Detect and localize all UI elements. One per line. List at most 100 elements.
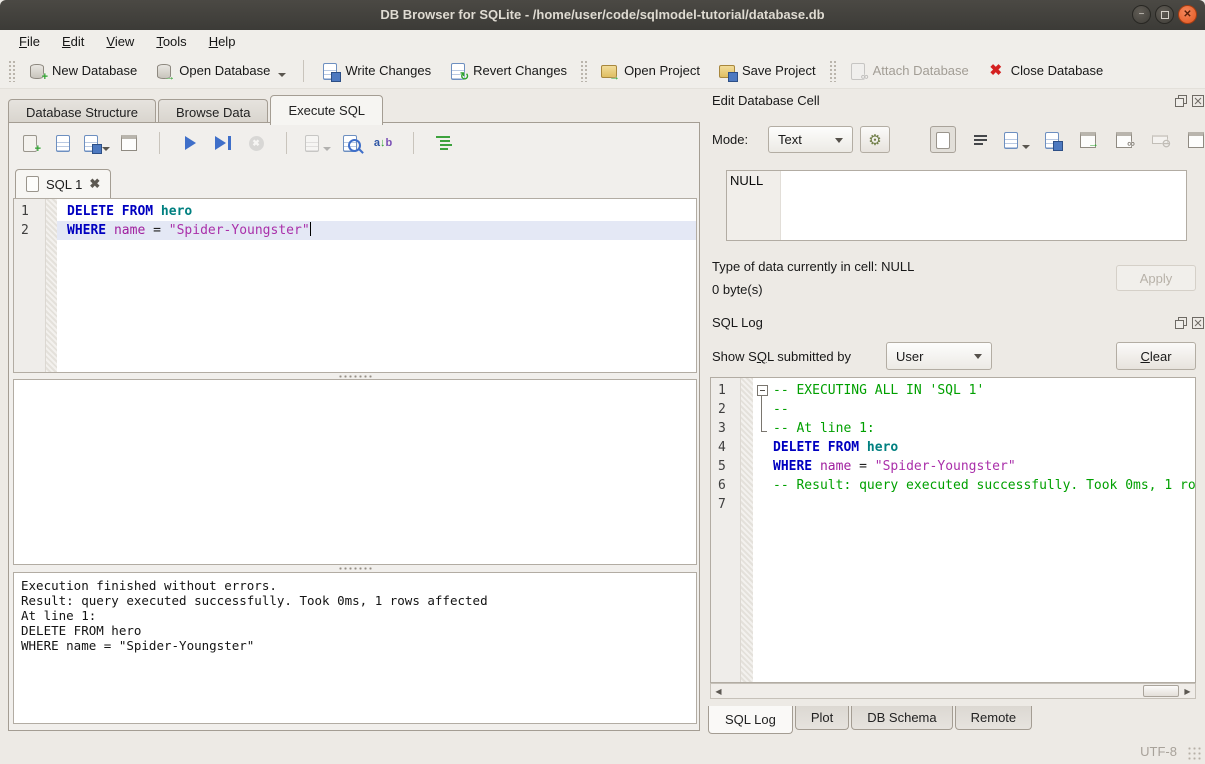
sql-editor-tab-bar: SQL 1 ✖: [13, 169, 697, 199]
close-button-icon[interactable]: ✕: [1178, 5, 1197, 24]
find-icon[interactable]: [339, 132, 361, 154]
set-null-icon[interactable]: ⊖: [1148, 127, 1172, 152]
log-line: -- EXECUTING ALL IN 'SQL 1': [753, 381, 1195, 400]
print-cell-icon[interactable]: [1184, 127, 1205, 152]
print-icon[interactable]: [118, 132, 140, 154]
log-line: WHERE name = "Spider-Youngster": [753, 457, 1195, 476]
apply-button[interactable]: Apply: [1116, 265, 1196, 291]
title-bar: DB Browser for SQLite - /home/user/code/…: [0, 0, 1205, 31]
save-project-button[interactable]: Save Project: [709, 58, 825, 84]
apply-mode-button[interactable]: ⚙: [860, 126, 890, 153]
toolbar-separator: [303, 60, 304, 82]
new-sql-tab-icon[interactable]: +: [19, 132, 41, 154]
toolbar-drag-handle[interactable]: [8, 60, 15, 82]
toolbar-drag-handle[interactable]: [580, 60, 587, 82]
database-open-icon: →: [155, 62, 173, 80]
splitter-handle[interactable]: [13, 565, 697, 571]
open-file-icon[interactable]: [1004, 127, 1028, 152]
open-database-button[interactable]: → Open Database: [146, 58, 295, 84]
close-panel-icon[interactable]: [1191, 94, 1204, 107]
float-panel-icon[interactable]: [1174, 316, 1187, 329]
chevron-down-icon: [974, 354, 982, 359]
float-panel-icon[interactable]: [1174, 94, 1187, 107]
maximize-button-icon[interactable]: [1155, 5, 1174, 24]
editor-code-area[interactable]: DELETE FROM hero WHERE name = "Spider-Yo…: [57, 199, 696, 372]
close-tab-icon[interactable]: ✖: [89, 176, 100, 192]
filter-label: Show SQL submitted by: [712, 349, 851, 364]
menu-file[interactable]: File: [10, 32, 49, 51]
word-wrap-icon[interactable]: [968, 127, 992, 152]
log-code-area[interactable]: -- EXECUTING ALL IN 'SQL 1' -- -- At lin…: [753, 378, 1195, 682]
execution-output[interactable]: Execution finished without errors.Result…: [13, 572, 697, 724]
write-changes-button[interactable]: Write Changes: [312, 58, 440, 84]
save-file-icon[interactable]: [1040, 127, 1064, 152]
menu-edit[interactable]: Edit: [53, 32, 93, 51]
scroll-right-icon[interactable]: ▶: [1180, 684, 1195, 698]
tab-execute-sql[interactable]: Execute SQL: [270, 95, 383, 125]
tab-remote[interactable]: Remote: [955, 706, 1033, 730]
menu-help[interactable]: Help: [200, 32, 245, 51]
open-database-dropdown-icon[interactable]: [278, 73, 286, 77]
text-mode-icon[interactable]: [930, 126, 956, 153]
revert-changes-button[interactable]: ↻ Revert Changes: [440, 58, 576, 84]
fold-toggle-icon[interactable]: [757, 385, 768, 396]
tab-plot[interactable]: Plot: [795, 706, 849, 730]
submitted-by-select[interactable]: User: [886, 342, 992, 370]
window-title: DB Browser for SQLite - /home/user/code/…: [0, 0, 1205, 30]
scrollbar-track[interactable]: [726, 684, 1180, 698]
sql-log-title: SQL Log: [712, 315, 763, 330]
log-line-numbers: 1234567: [711, 378, 741, 682]
close-panel-icon[interactable]: [1191, 316, 1204, 329]
sql-log-view[interactable]: 1234567 -- EXECUTING ALL IN 'SQL 1' -- -…: [710, 377, 1196, 683]
tab-sql-log[interactable]: SQL Log: [708, 706, 793, 734]
open-project-icon: →: [600, 62, 618, 80]
tab-db-schema[interactable]: DB Schema: [851, 706, 952, 730]
toolbar-drag-handle[interactable]: [829, 60, 836, 82]
attach-database-button[interactable]: ∞ Attach Database: [840, 58, 978, 84]
format-sql-icon[interactable]: [433, 132, 455, 154]
execute-all-icon[interactable]: [179, 132, 201, 154]
menu-view[interactable]: View: [97, 32, 143, 51]
log-horizontal-scrollbar[interactable]: ◀ ▶: [710, 683, 1196, 699]
mode-select[interactable]: Text: [768, 126, 853, 153]
log-line: -- At line 1:: [753, 419, 1195, 438]
write-changes-icon: [321, 62, 339, 80]
menu-bar: File Edit View Tools Help: [0, 30, 1205, 53]
link-cell-icon[interactable]: ∞: [1112, 127, 1136, 152]
database-new-icon: +: [28, 62, 46, 80]
dock-tab-bar: SQL Log Plot DB Schema Remote: [708, 706, 1034, 734]
log-line: [753, 495, 1195, 514]
scrollbar-thumb[interactable]: [1143, 685, 1179, 697]
log-line: -- Result: query executed successfully. …: [753, 476, 1195, 495]
clear-button[interactable]: Clear: [1116, 342, 1196, 370]
log-line: --: [753, 400, 1195, 419]
sql-editor[interactable]: 12 DELETE FROM hero WHERE name = "Spider…: [13, 198, 697, 373]
open-sql-file-icon[interactable]: [52, 132, 74, 154]
sql-log-dock-buttons: [1174, 316, 1204, 329]
cell-value: NULL: [730, 173, 763, 188]
editor-line-numbers: 12: [14, 199, 46, 372]
code-line: DELETE FROM hero: [57, 202, 696, 221]
stop-icon[interactable]: ✖: [245, 132, 267, 154]
cell-editor[interactable]: NULL: [726, 170, 1187, 241]
save-sql-file-icon[interactable]: [85, 132, 107, 154]
new-database-button[interactable]: + New Database: [19, 58, 146, 84]
main-toolbar: + New Database → Open Database Write Cha…: [0, 53, 1205, 89]
scroll-left-icon[interactable]: ◀: [711, 684, 726, 698]
mode-label: Mode:: [712, 132, 748, 147]
minimize-button-icon[interactable]: −: [1132, 5, 1151, 24]
close-database-button[interactable]: ✖ Close Database: [978, 58, 1113, 84]
export-results-icon[interactable]: [306, 132, 328, 154]
resize-grip[interactable]: [1188, 747, 1202, 761]
open-project-button[interactable]: → Open Project: [591, 58, 709, 84]
execute-line-icon[interactable]: [212, 132, 234, 154]
export-cell-icon[interactable]: →: [1076, 127, 1100, 152]
sql-1-tab[interactable]: SQL 1 ✖: [15, 169, 111, 198]
save-project-icon: [718, 62, 736, 80]
fold-guide-tick: [761, 431, 767, 432]
sql-toolbar: + ✖ a↓b: [19, 132, 455, 154]
menu-tools[interactable]: Tools: [147, 32, 195, 51]
window-controls: − ✕: [1132, 5, 1197, 24]
results-grid[interactable]: [13, 379, 697, 565]
replace-icon[interactable]: a↓b: [372, 132, 394, 154]
